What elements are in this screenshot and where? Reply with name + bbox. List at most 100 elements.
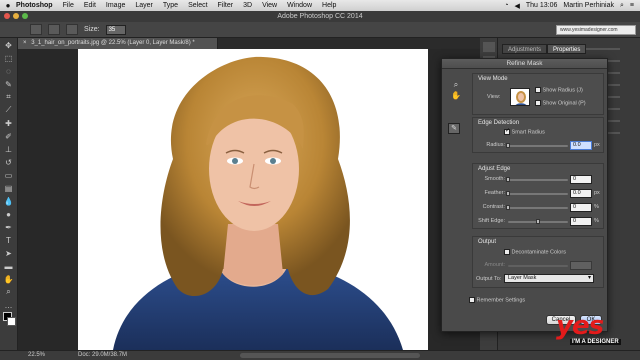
menu-view[interactable]: View <box>262 2 277 9</box>
size-input[interactable]: 35 <box>105 24 126 35</box>
list-icon[interactable]: ≡ <box>630 2 634 9</box>
type-tool-icon[interactable]: T <box>3 234 15 246</box>
search-icon[interactable]: ⌕ <box>620 2 624 10</box>
output-to-select[interactable]: Layer Mask <box>504 274 594 283</box>
menu-help[interactable]: Help <box>322 2 336 9</box>
show-original-checkbox[interactable] <box>535 100 541 106</box>
radius-row: Radius: 0.0 px <box>473 141 605 151</box>
close-tab-icon[interactable]: × <box>23 40 27 46</box>
refine-radius-icon[interactable] <box>48 24 60 35</box>
zoom-tool-icon[interactable]: ⌕ <box>450 79 462 90</box>
erase-refinements-icon[interactable] <box>66 24 78 35</box>
path-select-tool-icon[interactable]: ➤ <box>3 247 15 259</box>
dodge-tool-icon[interactable]: ● <box>3 208 15 220</box>
contrast-input[interactable]: 0 <box>570 203 592 212</box>
pen-tool-icon[interactable]: ✒ <box>3 221 15 233</box>
menu-image[interactable]: Image <box>106 2 125 9</box>
hand-tool-icon[interactable]: ✋ <box>3 273 15 285</box>
shift-edge-unit: % <box>594 218 599 224</box>
feather-slider[interactable] <box>506 191 568 196</box>
contrast-label: Contrast: <box>482 204 505 210</box>
history-brush-icon[interactable]: ↺ <box>3 156 15 168</box>
shift-edge-slider-knob[interactable] <box>536 219 540 224</box>
amount-label: Amount: <box>484 262 505 268</box>
feather-row: Feather: 0.0 px <box>473 189 605 199</box>
user-name[interactable]: Martin Perhiniak <box>563 2 614 9</box>
radius-slider[interactable] <box>506 143 568 148</box>
contrast-slider-knob[interactable] <box>506 205 510 210</box>
minimize-window-icon[interactable] <box>13 13 19 19</box>
tab-properties[interactable]: Properties <box>547 44 587 54</box>
horizontal-scrollbar[interactable] <box>240 353 420 358</box>
remember-settings-checkbox[interactable] <box>469 297 475 303</box>
decontaminate-checkbox[interactable] <box>504 249 510 255</box>
menu-filter[interactable]: Filter <box>218 2 234 9</box>
gradient-tool-icon[interactable]: ▤ <box>3 182 15 194</box>
website-url: www.yesimadesigner.com <box>556 25 636 35</box>
menu-layer[interactable]: Layer <box>135 2 153 9</box>
contrast-slider[interactable] <box>506 205 568 210</box>
shift-edge-input[interactable]: 0 <box>570 217 592 226</box>
shift-edge-slider[interactable] <box>508 219 568 224</box>
eyedropper-tool-icon[interactable]: ⟋ <box>3 104 15 116</box>
close-window-icon[interactable] <box>4 13 10 19</box>
show-radius-row[interactable]: Show Radius (J) <box>535 87 583 93</box>
brush-preset-icon[interactable] <box>30 24 42 35</box>
color-swatches-icon[interactable] <box>2 312 16 328</box>
extra-tools-icon[interactable]: … <box>3 299 15 311</box>
feather-input[interactable]: 0.0 <box>570 189 592 198</box>
zoom-window-icon[interactable] <box>22 13 28 19</box>
status-bar: 22.5% Doc: 29.0M/38.7M <box>0 350 640 360</box>
brush-tool-icon[interactable]: ✐ <box>3 130 15 142</box>
show-radius-checkbox[interactable] <box>535 87 541 93</box>
zoom-tool-icon[interactable]: ⌕ <box>3 286 15 298</box>
remember-settings-row[interactable]: Remember Settings <box>469 297 525 303</box>
smooth-slider[interactable] <box>506 177 568 182</box>
zoom-level[interactable]: 22.5% <box>28 351 45 360</box>
eraser-tool-icon[interactable]: ▭ <box>3 169 15 181</box>
menu-type[interactable]: Type <box>163 2 178 9</box>
history-panel-icon[interactable] <box>482 42 495 52</box>
hand-tool-icon[interactable]: ✋ <box>450 90 462 101</box>
quick-select-tool-icon[interactable]: ✎ <box>3 78 15 90</box>
smart-radius-row[interactable]: Smart Radius <box>504 127 545 135</box>
wifi-icon[interactable]: ◔ <box>504 2 508 9</box>
show-original-label: Show Original (P) <box>542 100 586 107</box>
decontaminate-label: Decontaminate Colors <box>511 249 566 256</box>
clock-text[interactable]: Thu 13:06 <box>526 2 558 9</box>
amount-slider[interactable] <box>508 265 568 267</box>
crop-tool-icon[interactable]: ⌗ <box>3 91 15 103</box>
decontaminate-row[interactable]: Decontaminate Colors <box>504 249 566 255</box>
stamp-tool-icon[interactable]: ⊥ <box>3 143 15 155</box>
menu-file[interactable]: File <box>63 2 74 9</box>
smooth-slider-knob[interactable] <box>506 177 510 182</box>
feather-slider-knob[interactable] <box>506 191 510 196</box>
view-mode-thumbnail[interactable] <box>510 88 530 106</box>
dialog-title: Refine Mask <box>442 59 607 69</box>
tab-adjustments[interactable]: Adjustments <box>502 44 548 54</box>
blur-tool-icon[interactable]: 💧 <box>3 195 15 207</box>
amount-input[interactable] <box>570 261 592 270</box>
menu-edit[interactable]: Edit <box>84 2 96 9</box>
document-canvas[interactable] <box>78 49 428 350</box>
move-tool-icon[interactable]: ✥ <box>3 39 15 51</box>
refine-radius-tool-icon[interactable]: ✎ <box>448 123 460 134</box>
doc-size[interactable]: Doc: 29.0M/38.7M <box>78 351 127 360</box>
menu-app-name[interactable]: Photoshop <box>16 2 53 9</box>
document-tab[interactable]: × 3_1_hair_on_portraits.jpg @ 22.5% (Lay… <box>18 38 218 49</box>
show-original-row[interactable]: Show Original (P) <box>535 100 586 106</box>
menu-window[interactable]: Window <box>287 2 312 9</box>
shape-tool-icon[interactable]: ▬ <box>3 260 15 272</box>
marquee-tool-icon[interactable]: ⬚ <box>3 52 15 64</box>
menu-select[interactable]: Select <box>188 2 207 9</box>
yes-designer-logo: yes I'M A DESIGNER <box>556 312 636 348</box>
radius-input[interactable]: 0.0 <box>570 141 592 150</box>
healing-tool-icon[interactable]: ✚ <box>3 117 15 129</box>
lasso-tool-icon[interactable]: ◌ <box>3 65 15 77</box>
menu-3d[interactable]: 3D <box>243 2 252 9</box>
smart-radius-checkbox[interactable] <box>504 127 510 135</box>
volume-icon[interactable]: ◀ <box>514 2 519 10</box>
radius-slider-knob[interactable] <box>506 143 510 148</box>
apple-icon[interactable]: ● <box>0 1 16 10</box>
smooth-input[interactable]: 0 <box>570 175 592 184</box>
